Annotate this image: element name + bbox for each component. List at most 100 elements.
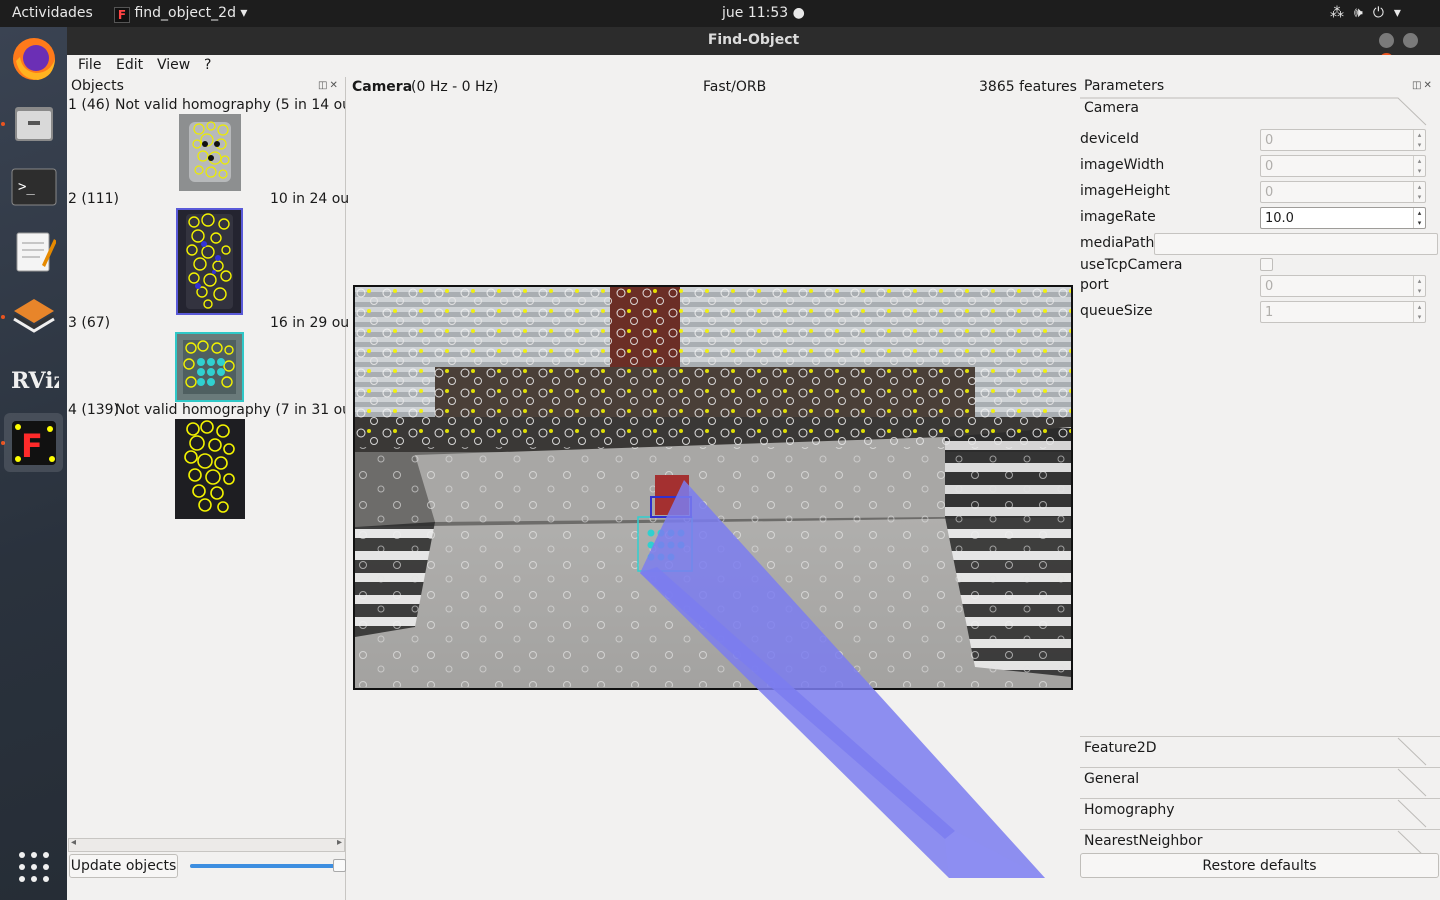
object-1-id: 1 (46) [68, 97, 111, 113]
spin-arrows-icon[interactable]: ▴ ▾ [1413, 302, 1425, 322]
spin-arrows-icon[interactable]: ▴ ▾ [1413, 276, 1425, 296]
clock[interactable]: jue 11:53 ● [722, 5, 805, 21]
svg-text:>_: >_ [18, 179, 35, 195]
find-object-launcher[interactable]: F [4, 413, 63, 472]
section-feature2d-tab-shape [1397, 737, 1427, 766]
maximize-button[interactable] [1402, 33, 1418, 48]
camera-view[interactable] [347, 99, 1076, 878]
object-2-image[interactable] [176, 208, 243, 315]
app-name-label: find_object_2d [134, 5, 236, 21]
feature-count: 3865 features [979, 79, 1077, 95]
app-grid-icon [18, 851, 49, 882]
param-deviceId-input[interactable]: 0 ▴ ▾ [1260, 129, 1426, 151]
terminal-launcher[interactable]: >_ [4, 157, 63, 216]
detector-label: Fast/ORB [703, 79, 767, 95]
objects-horizontal-scrollbar[interactable]: ◂ ▸ [68, 837, 345, 852]
param-queueSize-label: queueSize [1080, 303, 1153, 319]
top-bar: Actividades F find_object_2d ▾ jue 11:53… [0, 0, 1440, 27]
section-homography[interactable]: Homography [1080, 798, 1440, 828]
activities-button[interactable]: Actividades [12, 5, 93, 21]
object-4-image[interactable] [175, 419, 245, 519]
objects-panel: Objects ◫✕ 1 (46) Not valid homography (… [67, 77, 350, 900]
restore-defaults-label: Restore defaults [1202, 858, 1317, 874]
param-mediaPath-input[interactable] [1154, 233, 1438, 255]
object-3-image[interactable] [175, 332, 244, 402]
section-camera[interactable]: Camera [1080, 97, 1440, 126]
rviz-icon: RViz [11, 368, 59, 394]
spin-arrows-icon[interactable]: ▴ ▾ [1413, 130, 1425, 150]
section-homography-tab-shape [1397, 799, 1427, 828]
find-object-app-icon: F [114, 7, 130, 23]
chevron-down-icon: ▾ [240, 5, 248, 21]
app-menu[interactable]: F find_object_2d ▾ [114, 5, 247, 23]
object-4-keypoints [184, 420, 235, 513]
scroll-right-icon[interactable]: ▸ [337, 837, 342, 848]
menu-help[interactable]: ? [204, 57, 211, 73]
param-port-value: 0 [1265, 279, 1274, 294]
object-1-keypoints [189, 121, 231, 182]
param-port-label: port [1080, 277, 1109, 293]
param-imageHeight-input[interactable]: 0 ▴ ▾ [1260, 181, 1426, 203]
menu-view[interactable]: View [157, 57, 190, 73]
param-imageWidth-value: 0 [1265, 159, 1274, 174]
param-mediaPath-label: mediaPath [1080, 235, 1155, 251]
object-3-status: 16 in 29 ou [270, 315, 350, 331]
param-imageHeight-value: 0 [1265, 185, 1274, 200]
update-objects-button[interactable]: Update objects [69, 854, 178, 878]
section-general[interactable]: General [1080, 767, 1440, 797]
minimize-button[interactable] [1379, 33, 1394, 48]
system-tray[interactable]: ⁂🕪⏻▾ [1330, 5, 1411, 21]
layers-app-launcher[interactable] [4, 285, 63, 344]
files-icon [14, 106, 53, 141]
param-queueSize-value: 1 [1265, 305, 1274, 320]
object-1-image[interactable] [179, 114, 241, 191]
update-objects-label: Update objects [70, 858, 177, 874]
object-2-status: 10 in 24 ou [270, 191, 350, 207]
firefox-icon [12, 37, 55, 80]
dock: >_ RViz F [0, 27, 67, 900]
param-port-input[interactable]: 0 ▴ ▾ [1260, 275, 1426, 297]
section-general-tab-shape [1397, 768, 1427, 797]
objects-panel-title: Objects [71, 78, 124, 94]
camera-scene [353, 285, 1073, 878]
param-useTcpCamera-checkbox[interactable] [1260, 258, 1273, 271]
terminal-icon: >_ [11, 168, 56, 205]
menu-edit[interactable]: Edit [116, 57, 143, 73]
menu-file[interactable]: File [78, 57, 101, 73]
menu-bar: File Edit View ? [67, 55, 1440, 77]
parameters-float-close-buttons[interactable]: ◫✕ [1412, 80, 1434, 91]
param-imageWidth-input[interactable]: 0 ▴ ▾ [1260, 155, 1426, 177]
parameters-panel: Parameters ◫✕ Camera deviceId 0 ▴ ▾ imageW… [1076, 77, 1440, 900]
network-icon: ⁂ [1330, 5, 1354, 21]
camera-title: Camera [352, 79, 413, 95]
panel-float-close-buttons[interactable]: ◫✕ [318, 80, 340, 91]
camera-rate: (0 Hz - 0 Hz) [411, 79, 499, 95]
rviz-launcher[interactable]: RViz [4, 349, 63, 408]
notification-dot-icon: ● [792, 5, 805, 21]
spin-arrows-icon[interactable]: ▴ ▾ [1413, 156, 1425, 176]
slider-handle[interactable] [332, 859, 346, 872]
firefox-launcher[interactable] [4, 29, 63, 88]
param-imageRate-value: 10.0 [1265, 211, 1294, 226]
camera-header: Camera (0 Hz - 0 Hz) Fast/ORB 3865 featu… [347, 77, 1077, 99]
spin-arrows-icon[interactable]: ▴ ▾ [1413, 182, 1425, 202]
param-imageRate-input[interactable]: 10.0 ▴ ▾ [1260, 207, 1426, 229]
param-queueSize-input[interactable]: 1 ▴ ▾ [1260, 301, 1426, 323]
clock-label: jue 11:53 [722, 5, 789, 21]
param-useTcpCamera-label: useTcpCamera [1080, 257, 1183, 273]
section-feature2d[interactable]: Feature2D [1080, 736, 1440, 766]
text-editor-launcher[interactable] [4, 221, 63, 280]
objects-slider[interactable] [190, 859, 346, 872]
object-3-id: 3 (67) [68, 315, 111, 331]
section-camera-tab-shape [1080, 97, 1427, 126]
object-4-status: Not valid homography (7 in 31 out [115, 402, 345, 418]
slider-fill [190, 864, 340, 868]
restore-defaults-button[interactable]: Restore defaults [1080, 853, 1439, 878]
show-applications-button[interactable] [4, 837, 63, 896]
window-titlebar[interactable]: Find-Object ✕ [67, 27, 1440, 68]
files-launcher[interactable] [4, 93, 63, 152]
svg-text:RViz: RViz [11, 368, 59, 394]
object-4-id: 4 (139) [68, 402, 120, 418]
spin-arrows-icon[interactable]: ▴ ▾ [1413, 208, 1425, 228]
scroll-left-icon[interactable]: ◂ [71, 837, 76, 848]
